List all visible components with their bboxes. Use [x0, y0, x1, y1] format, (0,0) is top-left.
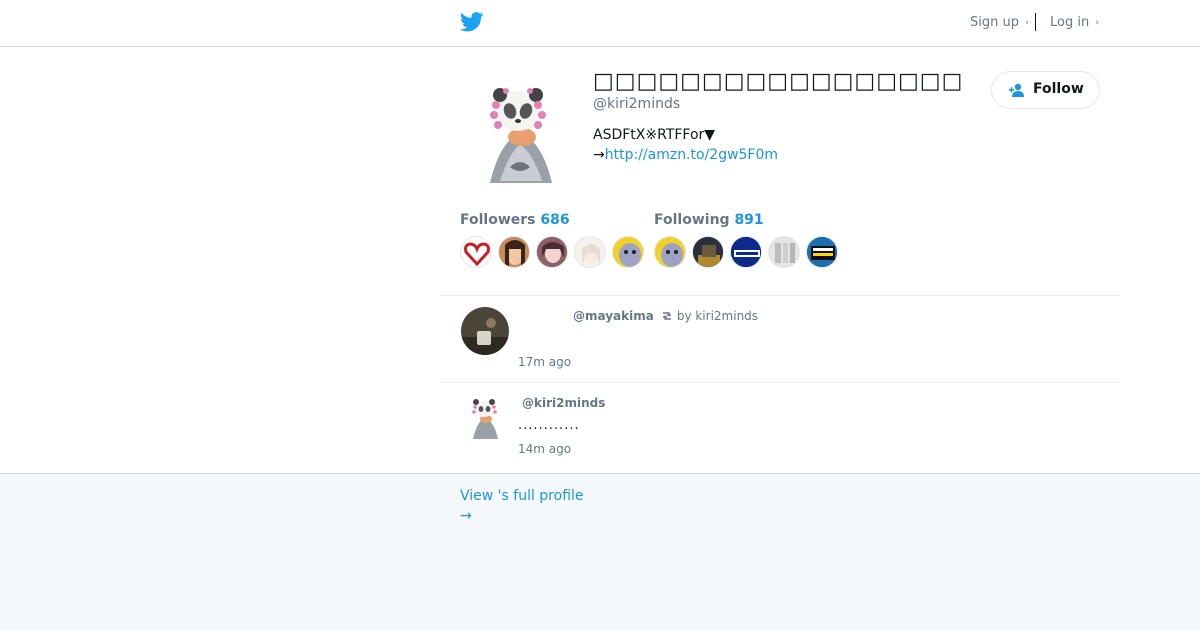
tweet-text: ............ — [518, 418, 580, 433]
view-full-profile-link[interactable]: View 's full profile → — [460, 486, 584, 526]
tweet-handle[interactable]: @kiri2minds — [522, 396, 605, 410]
retweet-icon — [662, 312, 672, 320]
twitter-bird-icon[interactable] — [460, 11, 484, 33]
chevron-right-icon: › — [1025, 18, 1029, 28]
tweet-timestamp[interactable]: 17m ago — [518, 355, 571, 369]
follower-avatar[interactable] — [574, 236, 606, 268]
follower-avatars — [460, 236, 850, 270]
profile-handle: @kiri2minds — [593, 96, 681, 112]
tweet-avatar[interactable] — [461, 307, 509, 355]
followers-stat[interactable]: Followers 686 — [460, 212, 570, 228]
add-user-icon — [1009, 83, 1024, 97]
profile-avatar[interactable] — [460, 71, 580, 191]
following-label: Following — [654, 212, 730, 228]
tweet-handle[interactable]: @mayakima — [573, 309, 654, 323]
follower-avatar[interactable] — [498, 236, 530, 268]
nav-separator — [1035, 13, 1036, 31]
follower-avatar[interactable] — [536, 236, 568, 268]
following-count: 891 — [734, 212, 764, 228]
follow-button[interactable]: Follow — [991, 71, 1100, 109]
following-avatar[interactable] — [730, 236, 762, 268]
following-avatar[interactable] — [806, 236, 838, 268]
followers-label: Followers — [460, 212, 536, 228]
top-bar: Sign up › Log in › — [0, 0, 1200, 47]
following-avatar[interactable] — [692, 236, 724, 268]
chevron-right-icon: › — [1095, 18, 1099, 28]
following-avatar[interactable] — [654, 236, 686, 268]
retweet-by: by kiri2minds — [676, 309, 759, 323]
profile-panel: □□□□□□□□□□□□□□□□□ @kiri2minds ASDFtX※RTF… — [0, 47, 1200, 474]
retweet-indicator: by kiri2minds — [661, 309, 758, 323]
display-name: □□□□□□□□□□□□□□□□□ — [593, 69, 964, 94]
divider — [440, 295, 1120, 296]
profile-bio: ASDFtX※RTFFor▼ →http://amzn.to/2gw5F0m — [593, 125, 778, 165]
bio-arrow: → — [593, 147, 605, 163]
divider — [440, 382, 1120, 383]
tweet-avatar[interactable] — [461, 393, 509, 441]
signup-link[interactable]: Sign up › — [970, 15, 1029, 30]
tweet-timestamp[interactable]: 14m ago — [518, 442, 571, 456]
follower-avatar[interactable] — [612, 236, 644, 268]
arrow-right-icon: → — [460, 508, 472, 524]
login-link[interactable]: Log in › — [1050, 15, 1099, 30]
follower-avatar[interactable] — [460, 236, 492, 268]
follow-label: Follow — [1033, 81, 1084, 97]
followers-count: 686 — [540, 212, 570, 228]
following-stat[interactable]: Following 891 — [654, 212, 764, 228]
panda-doll-image — [460, 71, 580, 191]
bio-link[interactable]: http://amzn.to/2gw5F0m — [605, 147, 778, 163]
bio-text: ASDFtX※RTFFor▼ — [593, 127, 716, 143]
following-avatar[interactable] — [768, 236, 800, 268]
